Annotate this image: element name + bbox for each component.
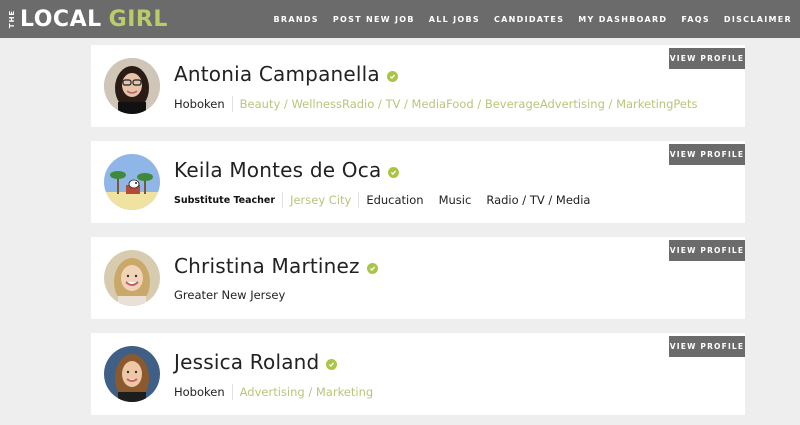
verified-check-icon	[366, 262, 378, 274]
candidate-name-text: Keila Montes de Oca	[174, 158, 382, 182]
logo-local: LOCAL	[20, 6, 102, 32]
nav-all-jobs[interactable]: ALL JOBS	[429, 15, 480, 24]
logo-girl: GIRL	[108, 6, 168, 32]
candidate-meta: Hoboken Beauty / WellnessRadio / TV / Me…	[174, 96, 697, 112]
avatar[interactable]	[104, 58, 160, 114]
candidate-meta: Hoboken Advertising / Marketing	[174, 384, 373, 400]
view-profile-button[interactable]: VIEW PROFILE	[669, 144, 745, 165]
nav-my-dashboard[interactable]: MY DASHBOARD	[578, 15, 667, 24]
candidate-name-text: Christina Martinez	[174, 254, 360, 278]
nav-brands[interactable]: BRANDS	[273, 15, 318, 24]
candidate-card: Keila Montes de Oca Substitute Teacher J…	[91, 141, 745, 223]
candidate-card: Jessica Roland Hoboken Advertising / Mar…	[91, 333, 745, 415]
site-logo[interactable]: THE LOCAL GIRL	[7, 4, 168, 34]
candidate-name-text: Jessica Roland	[174, 350, 320, 374]
verified-check-icon	[388, 166, 400, 178]
candidate-category: Education	[366, 193, 424, 207]
candidate-name[interactable]: Jessica Roland	[174, 350, 338, 374]
candidate-card: Christina Martinez Greater New Jersey VI…	[91, 237, 745, 319]
candidate-name[interactable]: Keila Montes de Oca	[174, 158, 400, 182]
divider	[231, 96, 233, 112]
verified-check-icon	[326, 358, 338, 370]
candidate-name[interactable]: Christina Martinez	[174, 254, 378, 278]
divider	[358, 192, 360, 208]
view-profile-button[interactable]: VIEW PROFILE	[669, 240, 745, 261]
candidate-location: Greater New Jersey	[174, 288, 286, 302]
candidate-meta: Greater New Jersey	[174, 288, 285, 302]
candidate-meta: Substitute Teacher Jersey City Education…	[174, 192, 605, 208]
avatar[interactable]	[104, 346, 160, 402]
view-profile-button[interactable]: VIEW PROFILE	[669, 336, 745, 357]
main-nav: BRANDS POST NEW JOB ALL JOBS CANDIDATES …	[259, 0, 792, 38]
candidate-card: Antonia Campanella Hoboken Beauty / Well…	[91, 45, 745, 127]
avatar[interactable]	[104, 154, 160, 210]
candidate-categories: Advertising / Marketing	[239, 385, 374, 399]
candidate-category: Music	[438, 193, 472, 207]
divider	[282, 192, 284, 208]
candidate-categories: Beauty / WellnessRadio / TV / MediaFood …	[239, 97, 698, 111]
nav-post-new-job[interactable]: POST NEW JOB	[333, 15, 415, 24]
logo-the: THE	[8, 9, 16, 29]
candidate-category: Radio / TV / Media	[486, 193, 591, 207]
view-profile-button[interactable]: VIEW PROFILE	[669, 48, 745, 69]
candidate-location: Hoboken	[174, 385, 225, 399]
avatar[interactable]	[104, 250, 160, 306]
verified-check-icon	[386, 70, 398, 82]
top-navigation-bar: THE LOCAL GIRL BRANDS POST NEW JOB ALL J…	[0, 0, 800, 38]
nav-candidates[interactable]: CANDIDATES	[494, 15, 564, 24]
candidate-location: Jersey City	[290, 193, 352, 207]
candidate-job-title: Substitute Teacher	[174, 194, 276, 206]
candidate-name[interactable]: Antonia Campanella	[174, 62, 398, 86]
divider	[231, 384, 233, 400]
nav-disclaimer[interactable]: DISCLAIMER	[724, 15, 792, 24]
nav-faqs[interactable]: FAQS	[681, 15, 710, 24]
candidate-location: Hoboken	[174, 97, 225, 111]
candidate-name-text: Antonia Campanella	[174, 62, 380, 86]
